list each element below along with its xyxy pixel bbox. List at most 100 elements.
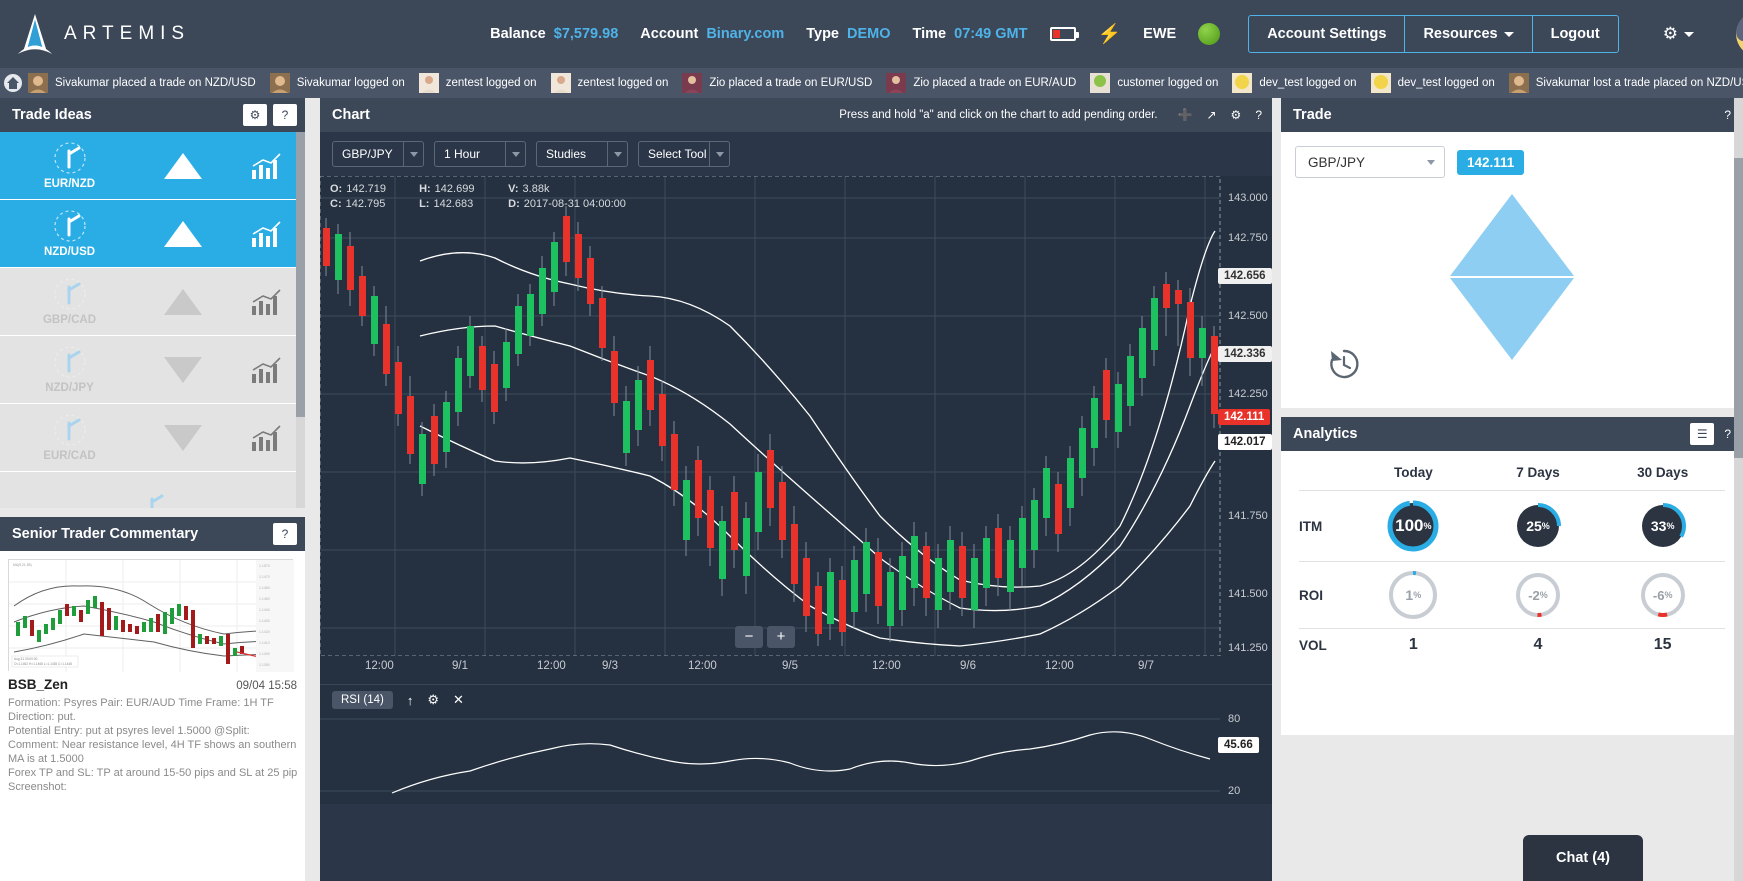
trade-idea-row[interactable]: NZD/JPY (0, 336, 305, 404)
nav-resources[interactable]: Resources (1404, 16, 1531, 52)
bar-chart-icon[interactable] (251, 288, 281, 316)
chevron-down-icon (1683, 32, 1694, 38)
timeframe-select-value: 1 Hour (444, 147, 481, 161)
brand-logo[interactable]: ARTEMIS (0, 12, 190, 56)
clock-history-icon[interactable] (1327, 347, 1361, 386)
ticker-item[interactable]: dev_test logged on (1370, 73, 1495, 93)
gear-icon[interactable]: ⚙ (1227, 104, 1246, 126)
analytics-cell: -2% (1476, 564, 1601, 626)
ticker-text: Sivakumar logged on (296, 77, 405, 89)
ticker-item[interactable]: Sivakumar lost a trade placed on NZD/USD (1508, 73, 1743, 93)
question-mark-icon[interactable]: ? (273, 104, 297, 126)
chevron-down-icon (709, 142, 729, 166)
scrollbar-thumb[interactable] (296, 132, 305, 417)
rsi-tick-high: 80 (1228, 713, 1241, 725)
scrollbar-thumb[interactable] (1734, 158, 1743, 458)
zoom-in-button[interactable]: + (767, 626, 795, 648)
commentary-header: Senior Trader Commentary ? (0, 517, 305, 551)
gear-icon[interactable]: ⚙ (1663, 24, 1694, 44)
ohlc-v-label: V: (508, 183, 519, 195)
ticker-item[interactable]: Sivakumar placed a trade on NZD/USD (28, 73, 256, 93)
ticker-item[interactable]: customer logged on (1090, 73, 1218, 93)
trade-idea-row[interactable]: NZD/USD (0, 200, 305, 268)
question-mark-icon[interactable]: ? (273, 523, 297, 545)
plus-icon[interactable]: ➕ (1174, 104, 1197, 126)
studies-select[interactable]: Studies (536, 141, 628, 167)
price-tag-lower: 142.017 (1218, 434, 1272, 450)
trade-idea-pair: NZD/USD (43, 246, 96, 258)
panel-title: Trade (1293, 107, 1332, 123)
price-tick: 142.250 (1228, 388, 1268, 400)
zoom-out-button[interactable]: − (735, 626, 763, 648)
ticker-item[interactable]: zentest logged on (550, 73, 669, 93)
time-tick: 9/6 (960, 660, 976, 672)
ticker-text: Sivakumar placed a trade on NZD/USD (55, 77, 256, 89)
expand-icon[interactable]: ↗ (1202, 104, 1220, 126)
bar-chart-icon[interactable] (251, 424, 281, 452)
svg-text:1.1390: 1.1390 (259, 663, 270, 667)
ticker-item[interactable]: zentest logged on (418, 73, 537, 93)
rsi-indicator-pane[interactable]: RSI (14) ↑ ⚙ ✕ 80 20 45.66 (320, 684, 1272, 804)
question-mark-icon[interactable]: ? (1720, 104, 1735, 126)
question-mark-icon[interactable]: ? (1720, 423, 1735, 445)
page-scrollbar[interactable] (1734, 98, 1743, 881)
trade-idea-row[interactable] (0, 472, 305, 508)
commentary-chart-thumbnail[interactable]: 1.1570 1.1470 1.1460 1.1450 1.1440 1.1430 1.… (8, 559, 294, 672)
time-tick: 9/3 (602, 660, 618, 672)
commentary-line: Formation: Psyres Pair: EUR/AUD Time Fra… (8, 697, 274, 709)
trade-idea-row[interactable]: EUR/NZD (0, 132, 305, 200)
ticker-item[interactable]: Sivakumar logged on (269, 73, 405, 93)
trade-price-chip: 142.111 (1457, 149, 1525, 175)
ticker-item[interactable]: Zio placed a trade on EUR/USD (682, 73, 872, 93)
call-up-diamond-button[interactable] (1450, 194, 1574, 276)
bar-chart-icon[interactable] (251, 152, 281, 180)
ticker-item[interactable]: dev_test logged on (1232, 73, 1357, 93)
list-icon[interactable]: ☰ (1690, 423, 1715, 445)
ticker-text: customer logged on (1117, 77, 1219, 89)
timeframe-select[interactable]: 1 Hour (434, 141, 526, 167)
bar-chart-icon[interactable] (251, 220, 281, 248)
ohlc-d-label: D: (508, 198, 520, 210)
svg-text:1.1460: 1.1460 (259, 586, 270, 590)
trade-idea-row[interactable]: EUR/CAD (0, 404, 305, 472)
avatar-icon (550, 73, 571, 93)
trade-idea-symbol (108, 489, 198, 508)
gear-icon[interactable]: ⚙ (243, 104, 267, 126)
artemis-triangle-logo-icon (14, 12, 56, 56)
trade-ideas-panel: Trade Ideas ⚙ ? EUR/NZD NZD/USD GBP/CAD … (0, 98, 305, 508)
ticker-item[interactable]: Zio placed a trade on EUR/AUD (886, 73, 1076, 93)
avatar[interactable] (1735, 11, 1743, 57)
balance-value: $7,579.98 (553, 26, 619, 42)
analytics-row-label: ROI (1299, 587, 1324, 603)
ticker-text: zentest logged on (577, 77, 669, 89)
put-down-diamond-button[interactable] (1450, 278, 1574, 360)
avatar-icon (1232, 73, 1253, 93)
ticker-text: Sivakumar lost a trade placed on NZD/USD (1535, 77, 1743, 89)
chat-button[interactable]: Chat (4) (1523, 835, 1643, 881)
commentary-author: BSB_Zen (8, 677, 69, 692)
analytics-columns: Today 7 Days 30 Days (1299, 457, 1725, 490)
candlestick-chart[interactable]: O: 142.719 H: 142.699 V: 3.88k C: 142.795 L:… (320, 176, 1272, 656)
chart-header: Chart Press and hold "a" and click on th… (320, 98, 1272, 132)
bar-chart-icon[interactable] (251, 356, 281, 384)
svg-text:1.1420: 1.1420 (259, 630, 270, 634)
chevron-down-icon (403, 142, 423, 166)
nav-account-settings[interactable]: Account Settings (1249, 16, 1404, 52)
vol-7days-value: 4 (1533, 636, 1543, 653)
question-mark-icon[interactable]: ? (1251, 104, 1266, 126)
trade-pair-select[interactable]: GBP/JPY (1295, 146, 1445, 178)
trade-idea-symbol: NZD/JPY (25, 345, 115, 394)
chart-zoom-controls: − + (735, 626, 795, 648)
analytics-header: Analytics ☰ ? (1281, 417, 1743, 451)
home-icon[interactable] (4, 74, 22, 92)
trade-idea-row[interactable]: GBP/CAD (0, 268, 305, 336)
trade-ideas-scrollbar[interactable] (296, 132, 305, 508)
symbol-select[interactable]: GBP/JPY (332, 141, 424, 167)
tool-select[interactable]: Select Tool (638, 141, 730, 167)
svg-text:1.1400: 1.1400 (259, 652, 270, 656)
price-tick: 142.500 (1228, 310, 1268, 322)
price-tick: 142.750 (1228, 232, 1268, 244)
commentary-text: Formation: Psyres Pair: EUR/AUD Time Fra… (8, 696, 297, 794)
account-value: Binary.com (706, 26, 785, 42)
nav-logout[interactable]: Logout (1531, 16, 1618, 52)
